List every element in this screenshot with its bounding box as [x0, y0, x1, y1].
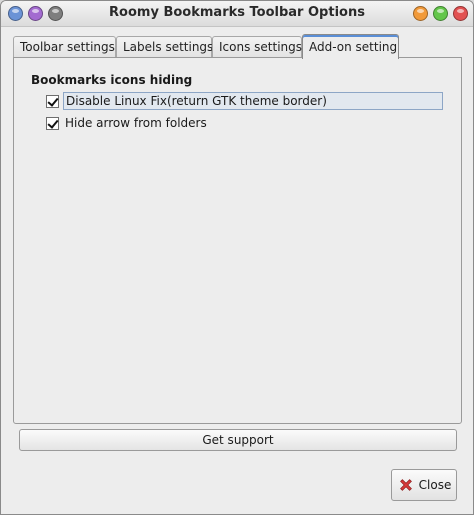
close-button[interactable]: Close: [391, 469, 457, 501]
tab-panel: Bookmarks icons hiding Disable Linux Fix…: [13, 57, 462, 424]
disable-linux-fix-checkbox[interactable]: [46, 94, 59, 108]
tab-icons-settings[interactable]: Icons settings: [212, 36, 302, 58]
get-support-button[interactable]: Get support: [19, 429, 457, 451]
options-window: Roomy Bookmarks Toolbar Options Toolbar …: [0, 0, 474, 515]
disable-linux-fix-label[interactable]: Disable Linux Fix(return GTK theme borde…: [63, 92, 443, 110]
close-button-label: Close: [418, 478, 452, 492]
tab-toolbar-settings[interactable]: Toolbar settings: [13, 36, 116, 58]
group-title: Bookmarks icons hiding: [31, 73, 193, 87]
tab-addon-setting[interactable]: Add-on setting: [302, 34, 399, 59]
minimize-button[interactable]: [413, 6, 428, 21]
window-title: Roomy Bookmarks Toolbar Options: [109, 5, 365, 20]
title-bar[interactable]: Roomy Bookmarks Toolbar Options: [1, 1, 473, 27]
window-close-button[interactable]: [453, 6, 468, 21]
tab-labels-settings[interactable]: Labels settings: [116, 36, 213, 58]
option-hide-arrow[interactable]: Hide arrow from folders: [46, 114, 209, 132]
option-disable-linux-fix[interactable]: Disable Linux Fix(return GTK theme borde…: [46, 92, 443, 110]
maximize-button[interactable]: [433, 6, 448, 21]
red-x-icon: [399, 479, 412, 491]
hide-arrow-checkbox[interactable]: [46, 116, 59, 130]
hide-arrow-label[interactable]: Hide arrow from folders: [63, 115, 209, 131]
